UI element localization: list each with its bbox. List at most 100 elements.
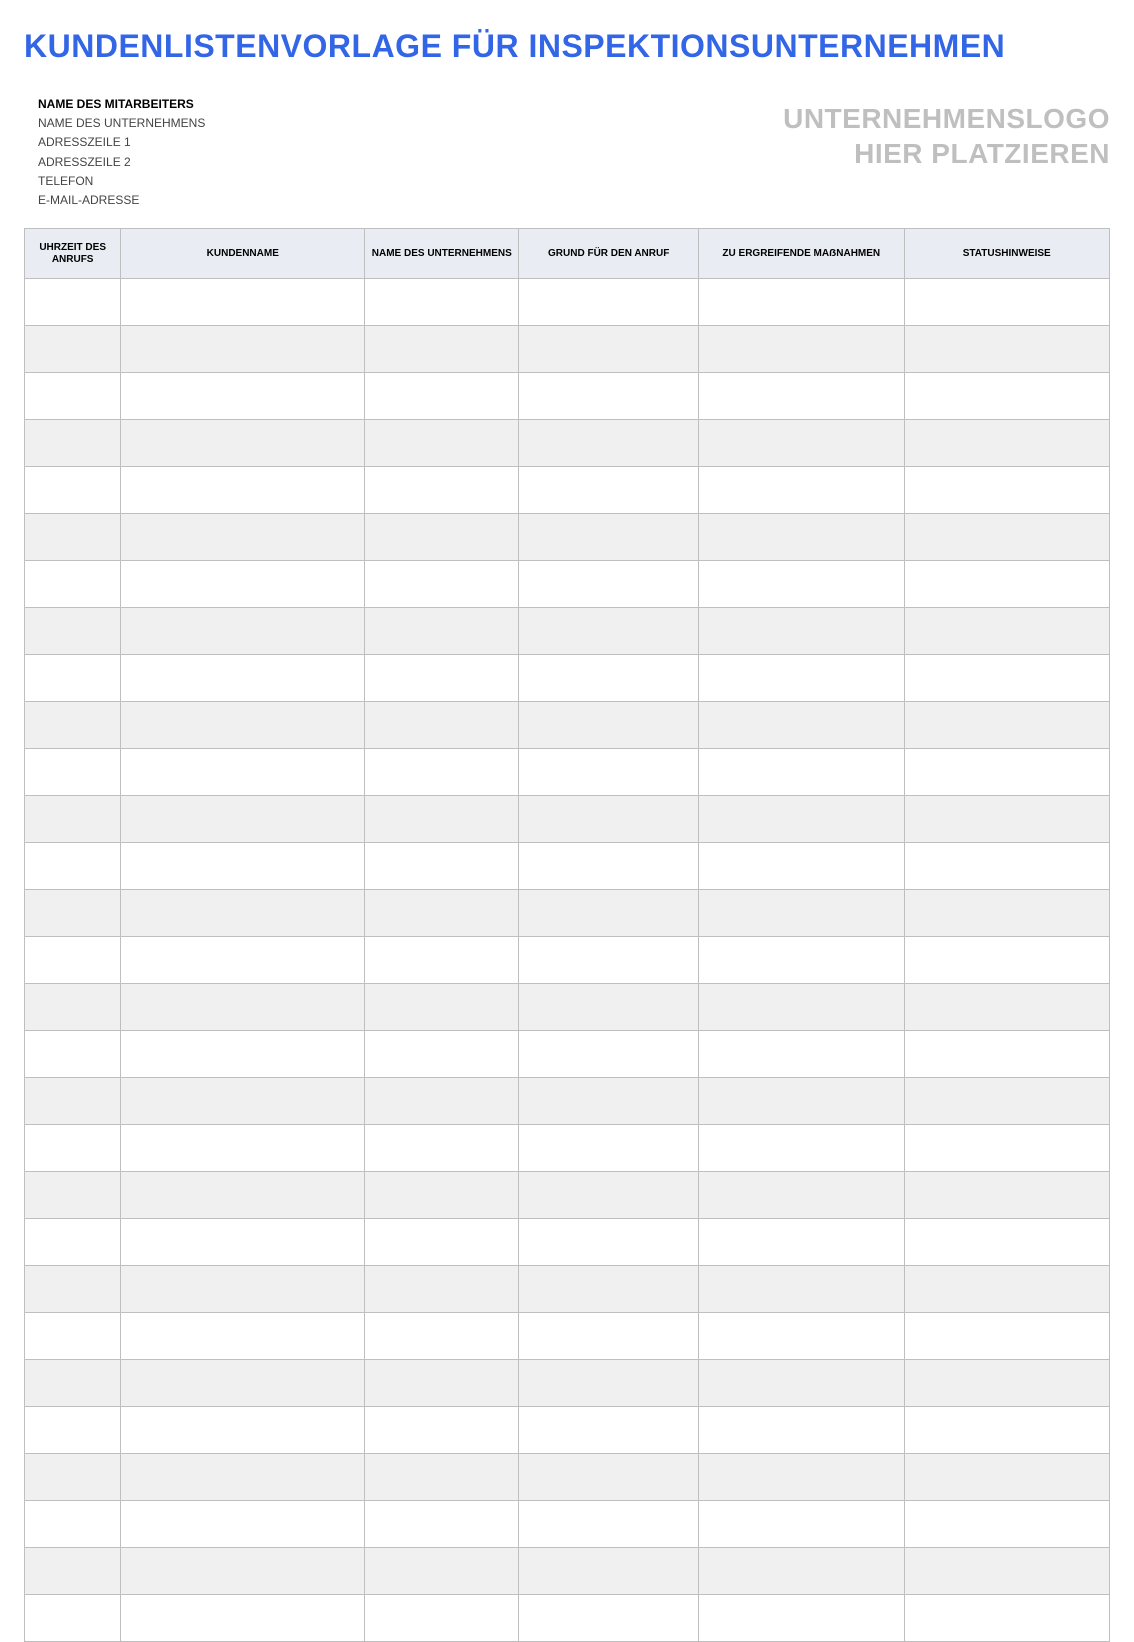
cell-reason[interactable] xyxy=(519,1548,699,1595)
cell-action[interactable] xyxy=(699,1125,904,1172)
cell-reason[interactable] xyxy=(519,1266,699,1313)
cell-time[interactable] xyxy=(25,373,121,420)
cell-status[interactable] xyxy=(904,1407,1110,1454)
cell-status[interactable] xyxy=(904,890,1110,937)
cell-action[interactable] xyxy=(699,326,904,373)
cell-company[interactable] xyxy=(365,1078,519,1125)
cell-time[interactable] xyxy=(25,279,121,326)
cell-reason[interactable] xyxy=(519,1313,699,1360)
cell-customer[interactable] xyxy=(121,1548,365,1595)
cell-time[interactable] xyxy=(25,1595,121,1642)
cell-action[interactable] xyxy=(699,1454,904,1501)
cell-time[interactable] xyxy=(25,1407,121,1454)
cell-status[interactable] xyxy=(904,373,1110,420)
cell-company[interactable] xyxy=(365,1595,519,1642)
cell-time[interactable] xyxy=(25,514,121,561)
cell-customer[interactable] xyxy=(121,279,365,326)
cell-company[interactable] xyxy=(365,1360,519,1407)
cell-action[interactable] xyxy=(699,373,904,420)
cell-reason[interactable] xyxy=(519,1031,699,1078)
cell-action[interactable] xyxy=(699,420,904,467)
cell-customer[interactable] xyxy=(121,702,365,749)
cell-action[interactable] xyxy=(699,467,904,514)
cell-status[interactable] xyxy=(904,1031,1110,1078)
cell-action[interactable] xyxy=(699,1313,904,1360)
cell-reason[interactable] xyxy=(519,1360,699,1407)
cell-status[interactable] xyxy=(904,1219,1110,1266)
cell-time[interactable] xyxy=(25,1031,121,1078)
cell-action[interactable] xyxy=(699,702,904,749)
cell-reason[interactable] xyxy=(519,1595,699,1642)
cell-action[interactable] xyxy=(699,937,904,984)
cell-time[interactable] xyxy=(25,702,121,749)
cell-action[interactable] xyxy=(699,843,904,890)
cell-status[interactable] xyxy=(904,1454,1110,1501)
cell-company[interactable] xyxy=(365,890,519,937)
cell-company[interactable] xyxy=(365,608,519,655)
cell-action[interactable] xyxy=(699,561,904,608)
cell-reason[interactable] xyxy=(519,420,699,467)
cell-status[interactable] xyxy=(904,1595,1110,1642)
cell-company[interactable] xyxy=(365,796,519,843)
cell-company[interactable] xyxy=(365,561,519,608)
cell-reason[interactable] xyxy=(519,326,699,373)
cell-status[interactable] xyxy=(904,796,1110,843)
cell-action[interactable] xyxy=(699,890,904,937)
cell-reason[interactable] xyxy=(519,796,699,843)
cell-company[interactable] xyxy=(365,1125,519,1172)
cell-reason[interactable] xyxy=(519,561,699,608)
cell-customer[interactable] xyxy=(121,373,365,420)
cell-action[interactable] xyxy=(699,1219,904,1266)
cell-action[interactable] xyxy=(699,1595,904,1642)
cell-company[interactable] xyxy=(365,1219,519,1266)
cell-reason[interactable] xyxy=(519,655,699,702)
cell-time[interactable] xyxy=(25,467,121,514)
cell-status[interactable] xyxy=(904,749,1110,796)
cell-company[interactable] xyxy=(365,1548,519,1595)
cell-time[interactable] xyxy=(25,1360,121,1407)
cell-action[interactable] xyxy=(699,1172,904,1219)
cell-customer[interactable] xyxy=(121,1595,365,1642)
cell-customer[interactable] xyxy=(121,655,365,702)
cell-action[interactable] xyxy=(699,1548,904,1595)
cell-status[interactable] xyxy=(904,655,1110,702)
cell-customer[interactable] xyxy=(121,749,365,796)
cell-time[interactable] xyxy=(25,796,121,843)
cell-company[interactable] xyxy=(365,1172,519,1219)
cell-action[interactable] xyxy=(699,1031,904,1078)
cell-company[interactable] xyxy=(365,420,519,467)
cell-customer[interactable] xyxy=(121,608,365,655)
cell-customer[interactable] xyxy=(121,514,365,561)
cell-reason[interactable] xyxy=(519,608,699,655)
cell-status[interactable] xyxy=(904,1125,1110,1172)
cell-reason[interactable] xyxy=(519,467,699,514)
cell-customer[interactable] xyxy=(121,1360,365,1407)
cell-time[interactable] xyxy=(25,561,121,608)
cell-company[interactable] xyxy=(365,749,519,796)
cell-reason[interactable] xyxy=(519,937,699,984)
cell-customer[interactable] xyxy=(121,796,365,843)
cell-action[interactable] xyxy=(699,1078,904,1125)
cell-customer[interactable] xyxy=(121,1407,365,1454)
cell-company[interactable] xyxy=(365,279,519,326)
cell-time[interactable] xyxy=(25,843,121,890)
cell-company[interactable] xyxy=(365,373,519,420)
cell-customer[interactable] xyxy=(121,937,365,984)
cell-time[interactable] xyxy=(25,890,121,937)
cell-reason[interactable] xyxy=(519,984,699,1031)
cell-customer[interactable] xyxy=(121,1266,365,1313)
cell-action[interactable] xyxy=(699,984,904,1031)
cell-action[interactable] xyxy=(699,1360,904,1407)
cell-action[interactable] xyxy=(699,1407,904,1454)
cell-time[interactable] xyxy=(25,937,121,984)
cell-reason[interactable] xyxy=(519,1219,699,1266)
cell-reason[interactable] xyxy=(519,1454,699,1501)
cell-status[interactable] xyxy=(904,1266,1110,1313)
cell-status[interactable] xyxy=(904,467,1110,514)
cell-company[interactable] xyxy=(365,1407,519,1454)
cell-status[interactable] xyxy=(904,1313,1110,1360)
cell-action[interactable] xyxy=(699,796,904,843)
cell-time[interactable] xyxy=(25,1172,121,1219)
cell-customer[interactable] xyxy=(121,326,365,373)
cell-company[interactable] xyxy=(365,655,519,702)
